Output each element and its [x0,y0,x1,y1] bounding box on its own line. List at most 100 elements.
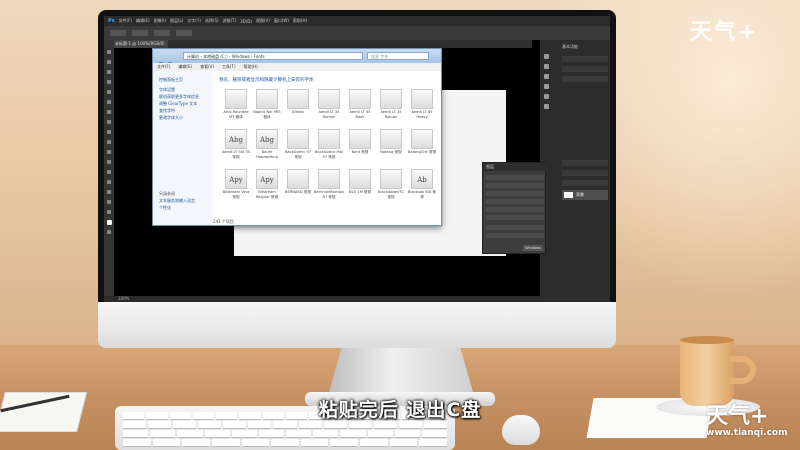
marquee-tool-icon[interactable] [107,60,111,64]
font-tile[interactable]: BackGothic Mbl 97 常规 [314,129,344,169]
gradient-tool-icon[interactable] [107,160,111,164]
panel-row [486,225,544,230]
eyedropper-tool-icon[interactable] [107,100,111,104]
layers-tabs[interactable] [562,160,608,166]
quick-mask-icon[interactable] [107,230,111,234]
font-tile[interactable]: Aflelas [283,89,313,129]
option-box[interactable] [176,30,192,36]
dodge-tool-icon[interactable] [107,180,111,184]
font-tile[interactable]: Abg Bauer Handwriting [252,129,282,169]
explorer-menu-tools[interactable]: 工具(T) [222,64,236,70]
font-tile[interactable]: Batang 常规 [376,129,406,169]
properties-panel-icon[interactable] [544,64,549,69]
photoshop-right-panel: 基本功能 背景 [540,40,610,302]
swatches-panel-icon[interactable] [544,94,549,99]
ps-menu-layer[interactable]: 图层(L) [170,18,183,24]
paragraph-panel-icon[interactable] [544,84,549,89]
ps-menu-file[interactable]: 文件(F) [119,18,132,24]
ps-menu-view[interactable]: 视图(V) [256,18,270,24]
option-box[interactable] [154,30,170,36]
font-tile[interactable]: BackGothic 97 常规 [283,129,313,169]
magic-wand-tool-icon[interactable] [107,80,111,84]
stamp-tool-icon[interactable] [107,130,111,134]
font-tile[interactable]: Aemit LT 55 Roman [314,89,344,129]
font-file-icon: Apy [225,169,247,189]
explorer-menu-file[interactable]: 文件(F) [157,64,170,70]
brush-tool-icon[interactable] [107,120,111,124]
floating-panel-title[interactable]: 图层 [483,163,547,171]
photoshop-logo: Ps [108,18,115,24]
photoshop-toolbar [104,40,114,302]
font-tile[interactable]: Aemit LT 35 Roman [376,89,406,129]
ps-menu-select[interactable]: 选择(S) [205,18,219,24]
sidebar-item-get-fonts-online[interactable]: 联机获取更多字体信息 [159,94,199,100]
font-tile[interactable]: Aemit LT 85 Heavy [407,89,437,129]
key-row [123,430,448,437]
font-tile[interactable]: BatangChe 常规 [407,129,437,169]
font-tile[interactable]: BLO 2M 常规 [345,169,375,209]
layers-filter[interactable] [562,170,608,176]
font-tile-label: Batang 常规 [380,150,402,154]
tool-preset-icon[interactable] [110,30,126,36]
path-select-tool-icon[interactable] [107,210,111,214]
search-input[interactable]: 搜索 字体 [367,52,429,60]
lasso-tool-icon[interactable] [107,70,111,74]
adjustments-panel-icon[interactable] [544,104,549,109]
explorer-menu-view[interactable]: 查看(V) [200,64,214,70]
foreground-color-icon[interactable] [107,220,112,225]
font-tile[interactable]: Abg Aemit LT Std 55 常规 [221,129,251,169]
font-file-icon [380,169,402,189]
ps-menu-image[interactable]: 图像(I) [154,18,166,24]
ps-menu-filter[interactable]: 滤镜(T) [223,18,237,24]
ps-menu-edit[interactable]: 编辑(E) [136,18,150,24]
font-tile[interactable]: BernhardFashion BT 常规 [314,169,344,209]
sidebar-item-text-services[interactable]: 文本服务和输入语言 [159,198,195,204]
sidebar-item-cleartype[interactable]: 调整 ClearType 文本 [159,101,197,107]
font-file-icon [380,89,402,109]
font-file-icon: Apy [256,169,278,189]
font-tile[interactable]: Ab Blackoak Std 常规 [407,169,437,209]
windows-button[interactable]: Windows [523,245,543,251]
explorer-menu-edit[interactable]: 编辑(E) [178,64,192,70]
font-tile[interactable]: Bard 常规 [345,129,375,169]
workspace-label[interactable]: 基本功能 [562,44,608,50]
sidebar-item-change-font-size[interactable]: 更改字体大小 [159,115,183,121]
ps-menu-type[interactable]: 文字(Y) [187,18,201,24]
blur-tool-icon[interactable] [107,170,111,174]
layers-blend-mode[interactable] [562,180,608,186]
font-tile[interactable]: Apy Bitstream Regular 常规 [252,169,282,209]
sidebar-item-control-panel-home[interactable]: 控制面板主页 [159,77,183,83]
font-tile-label: BlackAdderITC 常规 [378,190,404,199]
font-tile[interactable]: Arial Rounded MT 粗体 [221,89,251,129]
eraser-tool-icon[interactable] [107,150,111,154]
panel-row [486,175,544,180]
sidebar-item-find-character[interactable]: 查找字符 [159,108,175,114]
healing-tool-icon[interactable] [107,110,111,114]
font-tile[interactable]: Apy Bitstream Vera 常规 [221,169,251,209]
font-tile[interactable]: BlackAdderITC 常规 [376,169,406,209]
sidebar-item-font-settings[interactable]: 字体设置 [159,87,175,93]
ps-menu-help[interactable]: 帮助(H) [293,18,307,24]
explorer-menu-help[interactable]: 帮助(H) [244,64,258,70]
sidebar-item-personalization[interactable]: 个性化 [159,205,171,211]
move-tool-icon[interactable] [107,50,111,54]
option-box[interactable] [132,30,148,36]
history-brush-tool-icon[interactable] [107,140,111,144]
address-bar[interactable]: 计算机 › 本地磁盘 (C:) › Windows › Fonts [183,52,363,60]
font-file-icon [349,89,371,109]
font-tile[interactable]: Aemit LT 45 Book [345,89,375,129]
document-tab[interactable]: 未标题-1 @ 100%(RGB/8) [112,40,168,48]
ps-menu-3d[interactable]: 3D(D) [240,19,252,24]
font-tile-label: Aemit LT 45 Book [349,110,371,119]
type-tool-icon[interactable] [107,200,111,204]
font-tile-label: Bitstream Vera 常规 [222,190,250,199]
crop-tool-icon[interactable] [107,90,111,94]
pen-tool-icon[interactable] [107,190,111,194]
history-panel-icon[interactable] [544,54,549,59]
font-tile-label: Aemit LT 35 Roman [380,110,402,119]
character-panel-icon[interactable] [544,74,549,79]
explorer-titlebar: ◀▶ 计算机 › 本地磁盘 (C:) › Windows › Fonts 搜索 … [153,49,441,70]
font-tile[interactable]: Baphis Nel 9R5 粗体 [252,89,282,129]
ps-menu-window[interactable]: 窗口(W) [274,18,289,24]
font-tile[interactable]: BERNARD 常规 [283,169,313,209]
